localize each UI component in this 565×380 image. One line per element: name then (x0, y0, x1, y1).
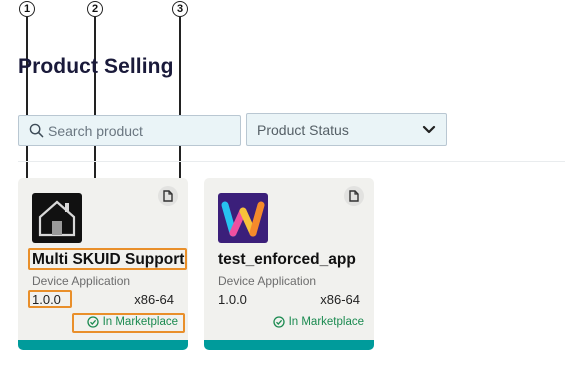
status-text: In Marketplace (102, 316, 178, 328)
house-icon (32, 193, 82, 243)
search-icon (29, 123, 44, 138)
page-title: Product Selling (18, 55, 174, 78)
callout-2: 2 (87, 1, 103, 17)
product-status-dropdown[interactable]: Product Status (246, 113, 447, 146)
app-name[interactable]: test_enforced_app (218, 251, 356, 269)
w-logo-icon (218, 193, 268, 243)
card-accent-bar (18, 340, 188, 350)
app-architecture: x86-64 (134, 292, 174, 307)
document-icon (349, 190, 359, 202)
document-icon (163, 190, 173, 202)
document-button[interactable] (344, 186, 364, 206)
app-version: 1.0.0 (32, 292, 61, 307)
app-architecture: x86-64 (320, 292, 360, 307)
app-name[interactable]: Multi SKUID Support (32, 251, 184, 269)
card-accent-bar (204, 340, 374, 350)
app-version: 1.0.0 (218, 292, 247, 307)
callout-1: 1 (19, 1, 35, 17)
status-text: In Marketplace (288, 316, 364, 328)
search-input[interactable] (48, 122, 228, 139)
check-circle-icon (272, 316, 285, 328)
search-box[interactable] (18, 115, 241, 146)
document-button[interactable] (158, 186, 178, 206)
callout-3: 3 (172, 1, 188, 17)
product-card[interactable]: test_enforced_app Device Application 1.0… (204, 178, 374, 350)
check-circle-icon (86, 316, 99, 328)
app-type: Device Application (32, 274, 131, 288)
divider (18, 161, 565, 162)
chevron-down-icon (422, 125, 436, 133)
product-card[interactable]: Multi SKUID Support Device Application 1… (18, 178, 188, 350)
status-badge: In Marketplace (272, 316, 364, 328)
product-status-label: Product Status (257, 121, 349, 138)
status-badge: In Marketplace (86, 316, 178, 328)
app-type: Device Application (218, 274, 317, 288)
